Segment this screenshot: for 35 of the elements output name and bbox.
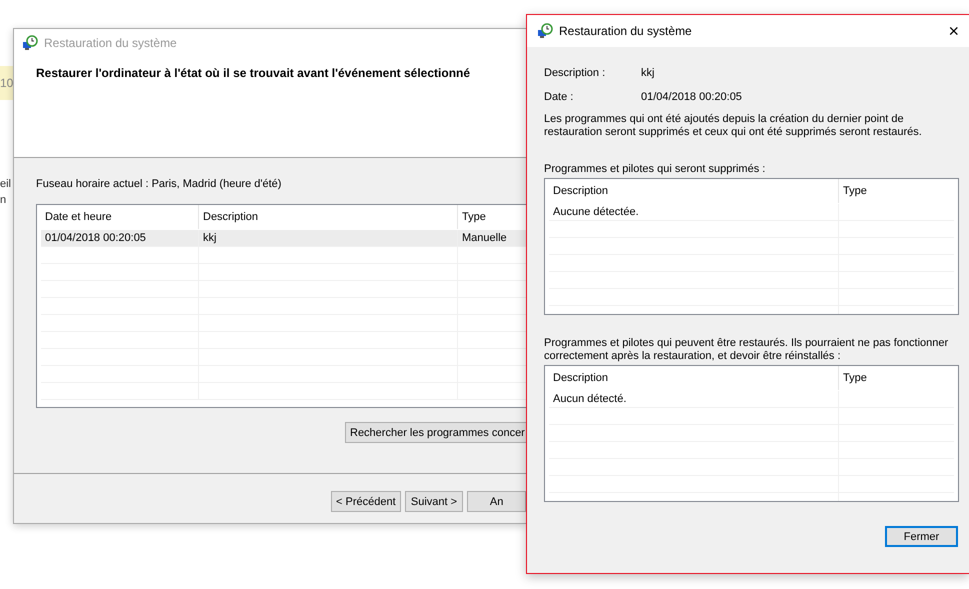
table-cell-text: Aucun détecté. bbox=[552, 392, 628, 407]
background-text: 10 bbox=[0, 66, 14, 100]
window-title: Restauration du système bbox=[559, 24, 692, 38]
list-table[interactable]: Description Type Aucune détectée. bbox=[544, 178, 959, 315]
background-text: eil bbox=[0, 177, 12, 191]
timezone-label: Fuseau horaire actuel : Paris, Madrid (heure d'été) bbox=[36, 178, 282, 190]
column-header[interactable]: Type bbox=[838, 179, 958, 203]
window-title: Restauration du système bbox=[44, 36, 177, 50]
close-button[interactable]: × bbox=[948, 20, 959, 42]
field-label: Description : bbox=[544, 67, 606, 79]
wizard-button[interactable]: Suivant > bbox=[404, 491, 464, 512]
system-restore-icon bbox=[22, 35, 38, 51]
field-value: 01/04/2018 00:20:05 bbox=[641, 91, 743, 103]
table-cell-text: Aucune détectée. bbox=[552, 205, 640, 220]
list-table[interactable]: Date et heure Description Type 01/04/2018 00:20:05 kkj Manuelle bbox=[36, 204, 526, 408]
field-label: Date : bbox=[544, 91, 574, 103]
background-text: n bbox=[0, 193, 6, 207]
scan-programs-button[interactable]: Rechercher les programmes concer bbox=[345, 422, 526, 443]
column-header[interactable]: Type bbox=[838, 366, 958, 390]
column-header[interactable]: Description bbox=[549, 366, 838, 390]
column-header[interactable]: Description bbox=[198, 205, 457, 229]
column-header[interactable]: Date et heure bbox=[41, 205, 198, 229]
table-cell-text: 01/04/2018 00:20:05 bbox=[44, 231, 147, 246]
wizard-button[interactable]: < Précédent bbox=[331, 491, 401, 512]
table-cell: kkj bbox=[198, 230, 457, 246]
info-text: Les programmes qui ont été ajoutés depuis la création du dernier point de restauration seront supprimés et ceux qui ont été supprimés seront restaurés. bbox=[544, 113, 923, 139]
field-value: kkj bbox=[641, 67, 656, 79]
column-header[interactable]: Description bbox=[549, 179, 838, 203]
page-heading: Restaurer l'ordinateur à l'état où il se trouvait avant l'événement sélectionné bbox=[36, 65, 470, 81]
wizard-button[interactable]: An bbox=[467, 491, 526, 512]
close-button[interactable]: Fermer bbox=[885, 526, 958, 547]
section-label: Programmes et pilotes qui seront supprimés : bbox=[544, 163, 766, 176]
list-table[interactable]: Description Type Aucun détecté. bbox=[544, 365, 959, 502]
section-label: Programmes et pilotes qui peuvent être restaurés. Ils pourraient ne pas fonctionner correctement après la restauration, et devoir être réinstallés : bbox=[544, 337, 950, 363]
system-restore-icon bbox=[537, 23, 553, 39]
